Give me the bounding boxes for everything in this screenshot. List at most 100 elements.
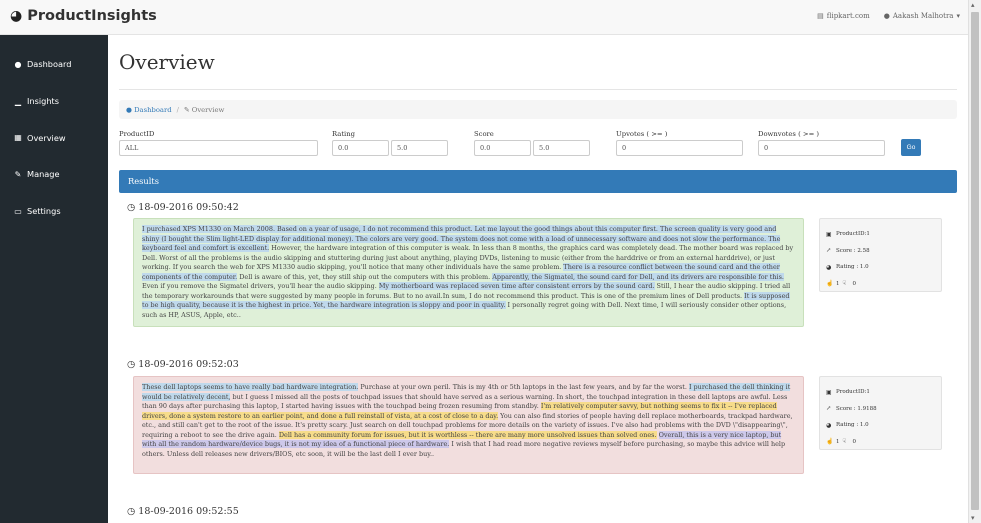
- product-id-input[interactable]: [119, 140, 318, 156]
- highlighted-sentence: Let me layout the good things about this…: [474, 225, 661, 233]
- review-timestamp: ◷ 18-09-2016 09:50:42: [127, 202, 239, 213]
- upvote-count: 1: [836, 280, 840, 287]
- tachometer-icon: ◕: [826, 263, 832, 271]
- dashboard-icon: ●: [14, 59, 22, 69]
- upvote-count: 1: [836, 438, 840, 445]
- review-sentence: Even if you remove the Sigmatel drivers,…: [142, 282, 379, 291]
- downvote-count: 0: [852, 438, 857, 445]
- breadcrumb-separator: /: [176, 105, 179, 114]
- score-min-input[interactable]: [474, 140, 531, 156]
- scroll-thumb[interactable]: [971, 12, 979, 510]
- rating-min-input[interactable]: [332, 140, 389, 156]
- user-menu[interactable]: ● Aakash Malhotra ▾: [884, 12, 960, 20]
- downvotes-input[interactable]: [758, 140, 885, 156]
- scroll-down-arrow-icon[interactable]: ▾: [971, 514, 975, 522]
- clock-icon: ◷: [127, 506, 136, 517]
- thumbs-down-icon[interactable]: ☟: [843, 438, 850, 445]
- highlighted-sentence: The colors are very good.: [355, 234, 441, 243]
- dashboard-icon: ●: [126, 105, 132, 114]
- brand-label: ProductInsights: [27, 8, 157, 24]
- breadcrumb-home-label: Dashboard: [134, 105, 172, 114]
- sidebar-item-label: Insights: [27, 96, 60, 107]
- review-timestamp: ◷ 18-09-2016 09:52:55: [127, 506, 239, 517]
- sidebar-item-label: Settings: [27, 206, 61, 217]
- filter-form: ProductID Rating Score Upvotes ( >= ) Do…: [119, 130, 957, 160]
- sidebar-item-label: Overview: [27, 132, 66, 143]
- highlighted-sentence: These dell laptops seems to have really …: [142, 383, 359, 391]
- line-chart-icon: ↗: [826, 247, 832, 255]
- highlighted-sentence: Apparently, the Sigmatel, the sound card…: [492, 272, 784, 281]
- downvotes-label: Downvotes ( >= ): [758, 130, 820, 138]
- review-meta: ▣ ProductID:1 ↗ Score : 1.9188 ◕ Rating : 1…: [819, 376, 942, 450]
- review-sentence: Dell is aware of this, yet, they still s…: [237, 272, 493, 281]
- review-timestamp: ◷ 18-09-2016 09:52:03: [127, 359, 239, 370]
- line-chart-icon: ↗: [826, 405, 832, 413]
- product-id-label: ProductID: [119, 130, 155, 138]
- highlighted-sentence: Dell has a community forum for issues, b…: [278, 430, 657, 439]
- thumbs-down-icon[interactable]: ☟: [843, 280, 850, 287]
- review-meta: ▣ ProductID:1 ↗ Score : 2.58 ◕ Rating : 1.0…: [819, 218, 942, 292]
- meta-rating: ◕ Rating : 1.0: [826, 259, 935, 276]
- sidebar-item-settings[interactable]: ▭ Settings: [0, 193, 108, 230]
- breadcrumb-home-link[interactable]: ● Dashboard: [126, 106, 172, 114]
- cubes-icon: ▣: [826, 230, 832, 238]
- cubes-icon: ▣: [826, 388, 832, 396]
- breadcrumb-current-label: Overview: [191, 105, 225, 114]
- review-timestamp-label: 18-09-2016 09:52:55: [138, 506, 239, 517]
- sidebar-item-insights[interactable]: ▁ Insights: [0, 83, 108, 120]
- clock-icon: ◷: [127, 359, 136, 370]
- go-button[interactable]: Go: [901, 139, 921, 156]
- results-header: Results: [119, 170, 957, 193]
- meta-votes: ☝ 1 ☟ 0: [826, 434, 935, 451]
- highlighted-sentence: Based on a year of usage, I do not recom…: [277, 225, 475, 233]
- flipkart-link-label: flipkart.com: [826, 12, 870, 20]
- review-sentence: Purchase at your own peril. This is my 4…: [358, 383, 689, 391]
- sidebar-item-label: Manage: [27, 169, 60, 180]
- brand[interactable]: ◕ ProductInsights: [10, 8, 157, 24]
- review-timestamp-label: 18-09-2016 09:52:03: [138, 359, 239, 370]
- sidebar: ● Dashboard ▁ Insights ▦ Overview ✎ Mana…: [0, 35, 108, 523]
- downvote-count: 0: [852, 280, 857, 287]
- scroll-up-arrow-icon[interactable]: ▴: [971, 1, 975, 9]
- sidebar-item-dashboard[interactable]: ● Dashboard: [0, 46, 108, 83]
- breadcrumb: ● Dashboard / ✎ Overview: [119, 100, 957, 119]
- caret-down-icon: ▾: [956, 12, 960, 20]
- score-max-input[interactable]: [533, 140, 590, 156]
- edit-icon: ✎: [14, 169, 22, 179]
- table-icon: ▦: [14, 133, 22, 143]
- highlighted-sentence: The system does not come with a load of …: [440, 234, 769, 243]
- bar-chart-icon: ▁: [14, 96, 22, 106]
- review-text: These dell laptops seems to have really …: [133, 376, 804, 474]
- bar-chart-icon: ▤: [817, 12, 824, 20]
- sidebar-item-manage[interactable]: ✎ Manage: [0, 156, 108, 193]
- upvotes-input[interactable]: [616, 140, 743, 156]
- desktop-icon: ▭: [14, 206, 22, 216]
- meta-votes: ☝ 1 ☟ 0: [826, 276, 935, 293]
- review-text: I purchased XPS M1330 on March 2008. Bas…: [133, 218, 804, 327]
- breadcrumb-current: ✎ Overview: [184, 106, 224, 114]
- meta-score-label: Score : 2.58: [836, 247, 870, 254]
- main-content: Overview ● Dashboard / ✎ Overview Produc…: [119, 35, 957, 193]
- sidebar-item-overview[interactable]: ▦ Overview: [0, 119, 108, 156]
- rating-label: Rating: [332, 130, 355, 138]
- clock-icon: ◷: [127, 202, 136, 213]
- page-title: Overview: [119, 50, 215, 74]
- highlighted-sentence: Yet, the hardware integration is sloppy …: [313, 301, 506, 310]
- meta-score: ↗ Score : 1.9188: [826, 401, 935, 418]
- meta-product-id-label: ProductID:1: [836, 389, 870, 396]
- divider: [119, 89, 957, 90]
- meta-rating-label: Rating : 1.0: [836, 264, 869, 271]
- edit-icon: ✎: [183, 105, 190, 114]
- thumbs-up-icon[interactable]: ☝: [826, 438, 833, 445]
- highlighted-sentence: My motherboard was replaced seven time a…: [378, 282, 655, 291]
- scrollbar[interactable]: ▴ ▾: [968, 0, 981, 523]
- tachometer-icon: ◕: [826, 421, 832, 429]
- meta-score-label: Score : 1.9188: [836, 405, 877, 412]
- meta-product-id: ▣ ProductID:1: [826, 384, 935, 401]
- flipkart-link[interactable]: ▤ flipkart.com: [817, 12, 870, 20]
- rating-max-input[interactable]: [391, 140, 448, 156]
- thumbs-up-icon[interactable]: ☝: [826, 280, 833, 287]
- meta-rating: ◕ Rating : 1.0: [826, 417, 935, 434]
- meta-rating-label: Rating : 1.0: [836, 422, 869, 429]
- top-navbar: ◕ ProductInsights ▤ flipkart.com ● Aakas…: [0, 0, 968, 35]
